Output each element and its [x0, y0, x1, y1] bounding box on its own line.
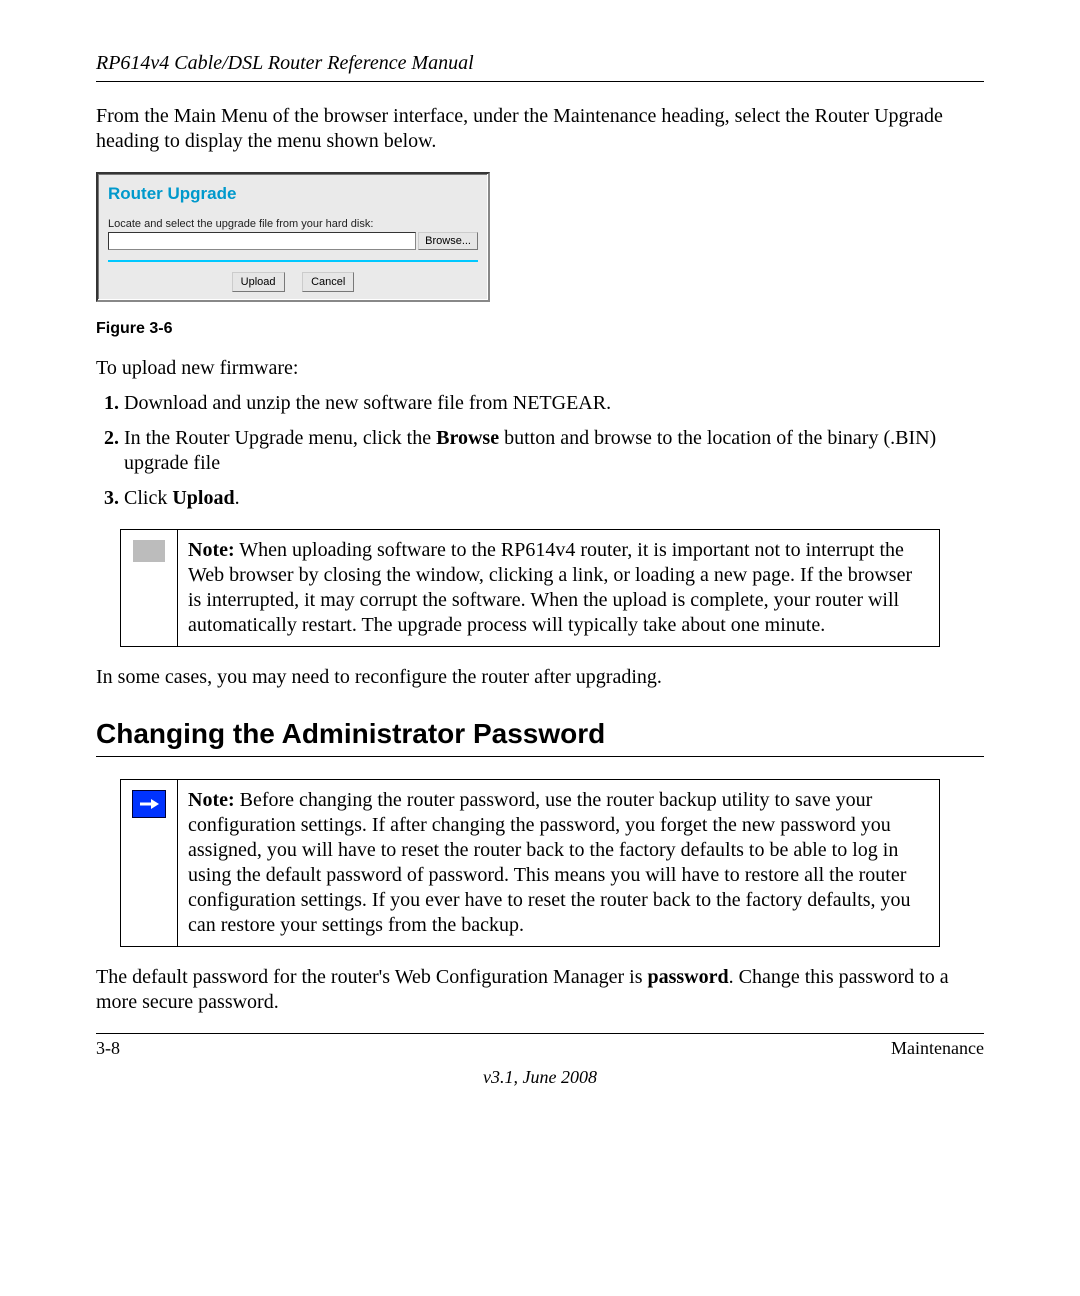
figure-caption: Figure 3-6: [96, 320, 984, 338]
note-box-1: Note: When uploading software to the RP6…: [120, 529, 940, 647]
step-1: Download and unzip the new software file…: [124, 391, 984, 416]
upload-intro: To upload new firmware:: [96, 356, 984, 381]
post-note1-paragraph: In some cases, you may need to reconfigu…: [96, 665, 984, 690]
note1-icon-cell: [121, 530, 178, 647]
step-3-upload: Upload: [172, 487, 234, 509]
note-box-2: Note: Before changing the router passwor…: [120, 779, 940, 947]
step-2-browse: Browse: [436, 427, 499, 449]
section-rule: [96, 756, 984, 757]
panel-divider: [108, 260, 478, 262]
note-icon: [133, 540, 165, 562]
footer-page: 3-8: [96, 1038, 120, 1059]
step-3-text-c: .: [235, 487, 240, 509]
note1-text-cell: Note: When uploading software to the RP6…: [178, 530, 940, 647]
router-upgrade-instruction: Locate and select the upgrade file from …: [108, 218, 478, 230]
step-3: Click Upload.: [124, 486, 984, 511]
upload-button[interactable]: Upload: [232, 272, 285, 292]
note1-body: When uploading software to the RP614v4 r…: [188, 539, 912, 636]
note2-icon-cell: [121, 780, 178, 947]
steps-list: Download and unzip the new software file…: [96, 391, 984, 511]
cancel-button[interactable]: Cancel: [302, 272, 354, 292]
footer-section: Maintenance: [891, 1038, 984, 1059]
browse-button[interactable]: Browse...: [418, 232, 478, 250]
section-heading: Changing the Administrator Password: [96, 718, 984, 750]
post-note2-paragraph: The default password for the router's We…: [96, 965, 984, 1015]
intro-paragraph: From the Main Menu of the browser interf…: [96, 104, 984, 154]
note2-text-cell: Note: Before changing the router passwor…: [178, 780, 940, 947]
step-2: In the Router Upgrade menu, click the Br…: [124, 426, 984, 476]
firmware-file-input[interactable]: [108, 232, 416, 250]
step-2-text-a: In the Router Upgrade menu, click the: [124, 427, 436, 449]
router-upgrade-panel: Router Upgrade Locate and select the upg…: [96, 172, 490, 302]
note2-label: Note:: [188, 789, 235, 811]
footer-version: v3.1, June 2008: [96, 1067, 984, 1088]
note2-body: Before changing the router password, use…: [188, 789, 911, 936]
step-1-text: Download and unzip the new software file…: [124, 392, 611, 414]
arrow-icon: [132, 790, 166, 818]
footer-rule: [96, 1033, 984, 1034]
post-note2-b: password: [647, 966, 728, 988]
step-3-text-a: Click: [124, 487, 172, 509]
running-head: RP614v4 Cable/DSL Router Reference Manua…: [96, 52, 984, 75]
router-upgrade-title: Router Upgrade: [108, 184, 478, 204]
note1-label: Note:: [188, 539, 235, 561]
post-note2-a: The default password for the router's We…: [96, 966, 647, 988]
header-rule: [96, 81, 984, 82]
